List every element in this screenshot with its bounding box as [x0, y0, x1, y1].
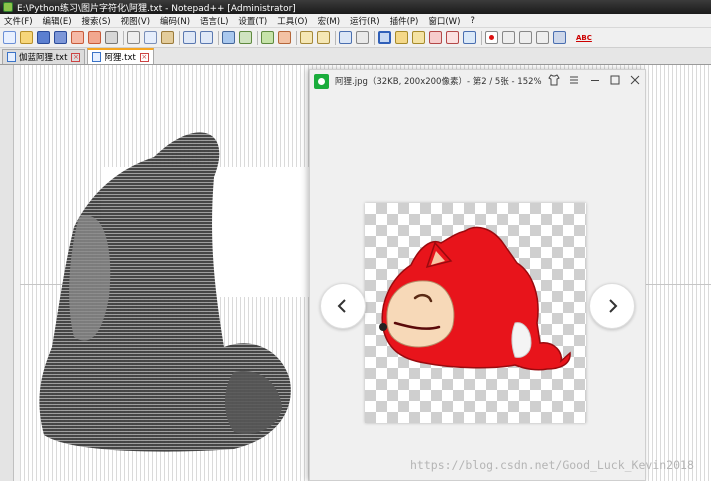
copy-icon[interactable] [144, 31, 157, 44]
function-list-icon[interactable] [429, 31, 442, 44]
menu-help[interactable]: ? [470, 16, 475, 26]
close-icon[interactable] [628, 74, 642, 88]
folder-workspace-icon[interactable] [446, 31, 459, 44]
play-macro-icon[interactable] [519, 31, 532, 44]
replace-icon[interactable] [239, 31, 252, 44]
image-canvas [365, 203, 586, 423]
menu-view[interactable]: 视图(V) [121, 15, 150, 27]
ascii-art-silhouette [39, 132, 324, 452]
save-icon[interactable] [37, 31, 50, 44]
indent-guide-icon[interactable] [378, 31, 391, 44]
menu-encoding[interactable]: 编码(N) [160, 15, 190, 27]
find-icon[interactable] [222, 31, 235, 44]
save-macro-icon[interactable] [553, 31, 566, 44]
run-macro-multiple-icon[interactable] [536, 31, 549, 44]
chevron-left-icon [337, 299, 346, 313]
tab-close-icon[interactable]: × [71, 52, 81, 62]
spellcheck-icon[interactable]: ABC [576, 34, 592, 42]
menu-language[interactable]: 语言(L) [200, 15, 228, 27]
minimize-icon[interactable] [588, 74, 602, 88]
next-image-button[interactable] [589, 283, 635, 329]
image-viewer-logo-icon [314, 73, 329, 89]
line-number-gutter [0, 65, 14, 481]
tab-close-icon[interactable]: × [139, 52, 149, 62]
sync-h-icon[interactable] [317, 31, 330, 44]
record-macro-icon[interactable] [485, 31, 498, 44]
close-icon[interactable] [71, 31, 84, 44]
ali-fox-image [379, 226, 571, 371]
cut-icon[interactable] [127, 31, 140, 44]
user-lang-icon[interactable] [395, 31, 408, 44]
tab-label: 伽蓝阿狸.txt [19, 53, 68, 63]
maximize-icon[interactable] [608, 74, 622, 88]
window-titlebar: E:\Python练习\图片字符化\阿狸.txt - Notepad++ [Ad… [0, 0, 711, 14]
redo-icon[interactable] [200, 31, 213, 44]
toolbar-separator [123, 30, 124, 45]
menu-icon[interactable] [567, 74, 581, 88]
menu-bar: 文件(F) 编辑(E) 搜索(S) 视图(V) 编码(N) 语言(L) 设置(T… [0, 14, 711, 28]
toolbar-separator [481, 30, 482, 45]
new-file-icon[interactable] [3, 31, 16, 44]
undo-icon[interactable] [183, 31, 196, 44]
toolbar-separator [257, 30, 258, 45]
shirt-icon[interactable] [547, 74, 561, 88]
menu-plugins[interactable]: 插件(P) [390, 15, 419, 27]
toolbar-separator [296, 30, 297, 45]
toolbar: ABC [0, 28, 711, 48]
tab-file-1[interactable]: 伽蓝阿狸.txt × [2, 49, 86, 64]
menu-run[interactable]: 运行(R) [350, 15, 380, 27]
open-file-icon[interactable] [20, 31, 33, 44]
save-all-icon[interactable] [54, 31, 67, 44]
toolbar-separator [179, 30, 180, 45]
viewer-title: 阿狸.jpg（32KB, 200x200像素）- 第2 / 5张 - 152% [335, 77, 542, 87]
sync-v-icon[interactable] [300, 31, 313, 44]
tab-file-2[interactable]: 阿狸.txt × [87, 48, 154, 64]
toolbar-separator [374, 30, 375, 45]
zoom-in-icon[interactable] [261, 31, 274, 44]
close-all-icon[interactable] [88, 31, 101, 44]
print-icon[interactable] [105, 31, 118, 44]
tab-bar: 伽蓝阿狸.txt × 阿狸.txt × [0, 48, 711, 65]
toolbar-separator [335, 30, 336, 45]
menu-file[interactable]: 文件(F) [4, 15, 33, 27]
menu-macro[interactable]: 宏(M) [318, 15, 340, 27]
file-icon [92, 52, 102, 62]
menu-settings[interactable]: 设置(T) [238, 15, 267, 27]
previous-image-button[interactable] [320, 283, 366, 329]
paste-icon[interactable] [161, 31, 174, 44]
doc-map-icon[interactable] [412, 31, 425, 44]
notepad-plus-plus-icon [3, 2, 13, 12]
image-viewer-window: 阿狸.jpg（32KB, 200x200像素）- 第2 / 5张 - 152% [309, 69, 646, 481]
menu-tools[interactable]: 工具(O) [277, 15, 307, 27]
toolbar-separator [218, 30, 219, 45]
zoom-out-icon[interactable] [278, 31, 291, 44]
tab-label: 阿狸.txt [104, 53, 136, 63]
menu-edit[interactable]: 编辑(E) [43, 15, 72, 27]
all-chars-icon[interactable] [356, 31, 369, 44]
menu-search[interactable]: 搜索(S) [82, 15, 111, 27]
watermark: https://blog.csdn.net/Good_Luck_Kevin201… [410, 458, 694, 472]
wrap-icon[interactable] [339, 31, 352, 44]
stop-macro-icon[interactable] [502, 31, 515, 44]
file-icon [7, 52, 16, 62]
monitor-icon[interactable] [463, 31, 476, 44]
chevron-right-icon [609, 299, 618, 313]
menu-window[interactable]: 窗口(W) [428, 15, 460, 27]
window-title: E:\Python练习\图片字符化\阿狸.txt - Notepad++ [Ad… [17, 3, 296, 14]
